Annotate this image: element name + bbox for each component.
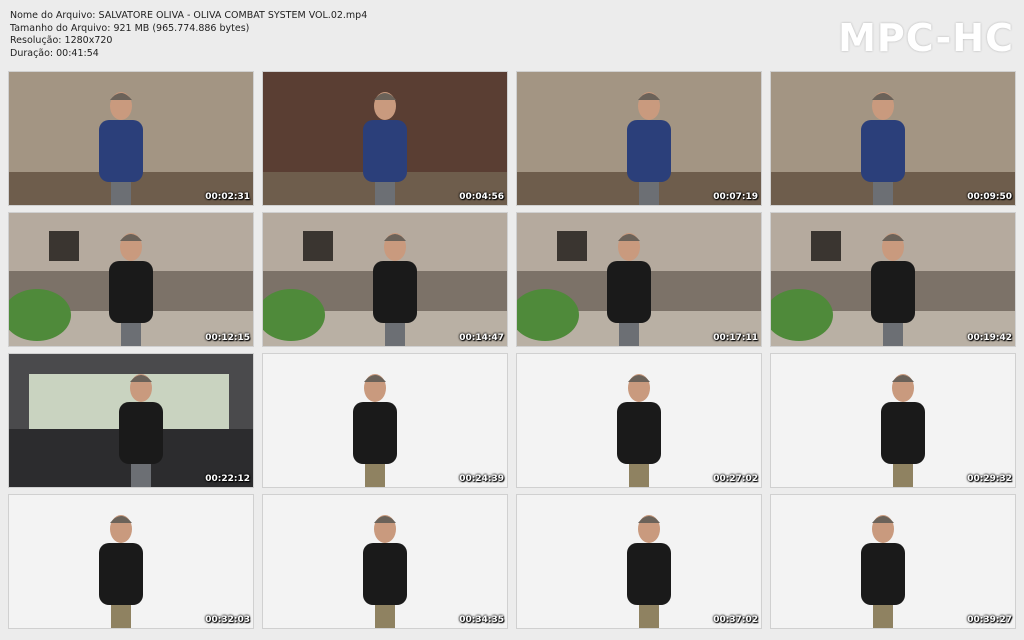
person-torso bbox=[99, 543, 143, 605]
thumbnail-frame bbox=[771, 213, 1015, 346]
person-legs bbox=[893, 462, 913, 487]
thumbnail-frame bbox=[517, 72, 761, 205]
thumbnail[interactable]: 00:04:56 bbox=[263, 72, 507, 205]
thumbnail-frame bbox=[517, 213, 761, 346]
thumbnail-frame bbox=[9, 354, 253, 487]
person-torso bbox=[871, 261, 915, 323]
person-torso bbox=[861, 543, 905, 605]
mpc-hc-logo: MPC-HC bbox=[838, 16, 1014, 60]
person-torso bbox=[627, 543, 671, 605]
timestamp: 00:09:50 bbox=[967, 192, 1012, 202]
thumbnail[interactable]: 00:32:03 bbox=[9, 495, 253, 628]
timestamp: 00:37:02 bbox=[713, 615, 758, 625]
thumbnail-frame bbox=[9, 213, 253, 346]
timestamp: 00:02:31 bbox=[205, 192, 250, 202]
person-torso bbox=[363, 120, 407, 182]
person-torso bbox=[373, 261, 417, 323]
thumbnail-frame bbox=[771, 354, 1015, 487]
file-duration: Duração: 00:41:54 bbox=[10, 47, 99, 59]
thumbnail[interactable]: 00:09:50 bbox=[771, 72, 1015, 205]
person-torso bbox=[99, 120, 143, 182]
timestamp: 00:29:32 bbox=[967, 474, 1012, 484]
timestamp: 00:14:47 bbox=[459, 333, 504, 343]
thumbnail[interactable]: 00:14:47 bbox=[263, 213, 507, 346]
timestamp: 00:17:11 bbox=[713, 333, 758, 343]
timestamp: 00:32:03 bbox=[205, 615, 250, 625]
building-window bbox=[303, 231, 333, 261]
thumbnail-frame bbox=[263, 72, 507, 205]
thumbnail-frame bbox=[771, 72, 1015, 205]
thumbnail[interactable]: 00:17:11 bbox=[517, 213, 761, 346]
person-legs bbox=[365, 462, 385, 487]
person-torso bbox=[109, 261, 153, 323]
person-torso bbox=[119, 402, 163, 464]
timestamp: 00:34:35 bbox=[459, 615, 504, 625]
person-legs bbox=[883, 321, 903, 346]
file-resolution: Resolução: 1280x720 bbox=[10, 35, 113, 46]
person-legs bbox=[131, 462, 151, 487]
thumbnail[interactable]: 00:02:31 bbox=[9, 72, 253, 205]
thumbnail-frame bbox=[771, 495, 1015, 628]
person-torso bbox=[607, 261, 651, 323]
thumbnail[interactable]: 00:27:02 bbox=[517, 354, 761, 487]
person-torso bbox=[881, 402, 925, 464]
thumbnail[interactable]: 00:29:32 bbox=[771, 354, 1015, 487]
person-legs bbox=[121, 321, 141, 346]
person-legs bbox=[639, 603, 659, 628]
person-torso bbox=[861, 120, 905, 182]
file-name: Nome do Arquivo: SALVATORE OLIVA - OLIVA… bbox=[10, 10, 368, 21]
person-torso bbox=[363, 543, 407, 605]
person-torso bbox=[353, 402, 397, 464]
timestamp: 00:22:12 bbox=[205, 474, 250, 484]
thumbnail-frame bbox=[263, 495, 507, 628]
thumbnail[interactable]: 00:22:12 bbox=[9, 354, 253, 487]
person-legs bbox=[111, 603, 131, 628]
person-legs bbox=[873, 180, 893, 205]
person-torso bbox=[627, 120, 671, 182]
thumbnail-frame bbox=[517, 354, 761, 487]
timestamp: 00:04:56 bbox=[459, 192, 504, 202]
timestamp: 00:39:27 bbox=[967, 615, 1012, 625]
file-size: Tamanho do Arquivo: 921 MB (965.774.886 … bbox=[10, 22, 250, 34]
timestamp: 00:07:19 bbox=[713, 192, 758, 202]
person-legs bbox=[873, 603, 893, 628]
thumbnail[interactable]: 00:19:42 bbox=[771, 213, 1015, 346]
person-torso bbox=[617, 402, 661, 464]
thumbnail[interactable]: 00:24:39 bbox=[263, 354, 507, 487]
thumbnail-frame bbox=[263, 213, 507, 346]
thumbnail[interactable]: 00:34:35 bbox=[263, 495, 507, 628]
thumbnail[interactable]: 00:12:15 bbox=[9, 213, 253, 346]
timestamp: 00:24:39 bbox=[459, 474, 504, 484]
thumbnail-frame bbox=[9, 495, 253, 628]
thumbnail-grid: 00:02:31 00:04:56 00:07:19 00:09:50 00:1… bbox=[9, 72, 1015, 628]
person-legs bbox=[111, 180, 131, 205]
thumbnail[interactable]: 00:07:19 bbox=[517, 72, 761, 205]
file-info: Nome do Arquivo: SALVATORE OLIVA - OLIVA… bbox=[10, 10, 367, 60]
thumbnail-frame bbox=[263, 354, 507, 487]
thumbnail[interactable]: 00:37:02 bbox=[517, 495, 761, 628]
timestamp: 00:27:02 bbox=[713, 474, 758, 484]
person-legs bbox=[385, 321, 405, 346]
thumbnail[interactable]: 00:39:27 bbox=[771, 495, 1015, 628]
thumbnail-frame bbox=[9, 72, 253, 205]
building-window bbox=[811, 231, 841, 261]
building-window bbox=[557, 231, 587, 261]
timestamp: 00:19:42 bbox=[967, 333, 1012, 343]
person-legs bbox=[375, 603, 395, 628]
person-legs bbox=[639, 180, 659, 205]
thumbnail-frame bbox=[517, 495, 761, 628]
timestamp: 00:12:15 bbox=[205, 333, 250, 343]
building-window bbox=[49, 231, 79, 261]
person-legs bbox=[629, 462, 649, 487]
person-legs bbox=[619, 321, 639, 346]
person-legs bbox=[375, 180, 395, 205]
